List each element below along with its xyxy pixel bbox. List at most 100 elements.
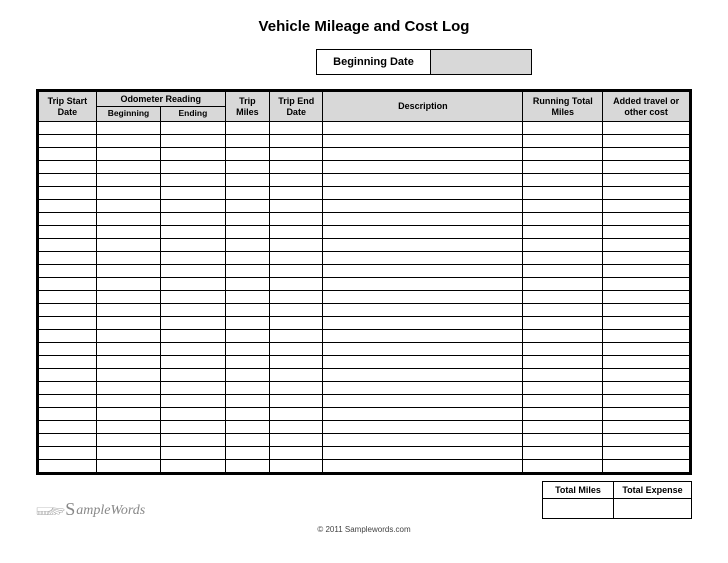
table-cell[interactable] [270,382,323,395]
table-cell[interactable] [225,174,269,187]
table-cell[interactable] [96,356,160,369]
table-cell[interactable] [225,434,269,447]
table-cell[interactable] [603,369,690,382]
table-cell[interactable] [161,174,225,187]
table-cell[interactable] [225,408,269,421]
table-cell[interactable] [323,226,523,239]
table-cell[interactable] [523,317,603,330]
table-cell[interactable] [323,356,523,369]
table-cell[interactable] [96,460,160,473]
table-cell[interactable] [603,447,690,460]
table-cell[interactable] [161,213,225,226]
table-cell[interactable] [96,187,160,200]
table-cell[interactable] [270,460,323,473]
table-cell[interactable] [323,408,523,421]
table-cell[interactable] [225,304,269,317]
table-cell[interactable] [270,291,323,304]
table-cell[interactable] [96,382,160,395]
table-cell[interactable] [270,434,323,447]
table-cell[interactable] [161,200,225,213]
table-cell[interactable] [161,148,225,161]
table-cell[interactable] [603,278,690,291]
table-cell[interactable] [96,434,160,447]
table-cell[interactable] [96,252,160,265]
table-cell[interactable] [39,135,97,148]
table-cell[interactable] [603,395,690,408]
table-cell[interactable] [225,395,269,408]
table-cell[interactable] [225,122,269,135]
table-cell[interactable] [270,395,323,408]
table-cell[interactable] [161,421,225,434]
table-cell[interactable] [96,148,160,161]
total-miles-value[interactable] [542,499,614,519]
table-cell[interactable] [603,382,690,395]
table-cell[interactable] [323,187,523,200]
table-cell[interactable] [603,330,690,343]
table-cell[interactable] [225,187,269,200]
table-cell[interactable] [323,161,523,174]
table-cell[interactable] [603,187,690,200]
table-cell[interactable] [523,291,603,304]
table-cell[interactable] [270,421,323,434]
table-cell[interactable] [323,135,523,148]
table-cell[interactable] [96,213,160,226]
table-cell[interactable] [39,174,97,187]
table-cell[interactable] [603,265,690,278]
table-cell[interactable] [96,421,160,434]
table-cell[interactable] [323,434,523,447]
table-cell[interactable] [39,252,97,265]
table-cell[interactable] [603,356,690,369]
table-cell[interactable] [225,369,269,382]
table-cell[interactable] [270,122,323,135]
table-cell[interactable] [523,356,603,369]
table-cell[interactable] [270,356,323,369]
table-cell[interactable] [270,239,323,252]
table-cell[interactable] [523,122,603,135]
table-cell[interactable] [270,304,323,317]
table-cell[interactable] [523,421,603,434]
table-cell[interactable] [603,148,690,161]
table-cell[interactable] [161,304,225,317]
table-cell[interactable] [161,408,225,421]
table-cell[interactable] [523,330,603,343]
table-cell[interactable] [323,291,523,304]
table-cell[interactable] [323,252,523,265]
table-cell[interactable] [603,434,690,447]
beginning-date-field[interactable] [431,50,531,74]
table-cell[interactable] [523,161,603,174]
table-cell[interactable] [161,226,225,239]
table-cell[interactable] [39,226,97,239]
table-cell[interactable] [39,330,97,343]
table-cell[interactable] [270,174,323,187]
table-cell[interactable] [39,161,97,174]
table-cell[interactable] [96,330,160,343]
table-cell[interactable] [270,330,323,343]
table-cell[interactable] [523,239,603,252]
table-cell[interactable] [96,304,160,317]
table-cell[interactable] [161,122,225,135]
table-cell[interactable] [523,434,603,447]
table-cell[interactable] [161,460,225,473]
table-cell[interactable] [39,317,97,330]
table-cell[interactable] [270,161,323,174]
table-cell[interactable] [39,200,97,213]
table-cell[interactable] [161,447,225,460]
table-cell[interactable] [225,161,269,174]
table-cell[interactable] [161,343,225,356]
table-cell[interactable] [225,330,269,343]
table-cell[interactable] [96,135,160,148]
table-cell[interactable] [323,278,523,291]
table-cell[interactable] [603,122,690,135]
table-cell[interactable] [323,382,523,395]
table-cell[interactable] [523,187,603,200]
table-cell[interactable] [96,239,160,252]
table-cell[interactable] [270,408,323,421]
table-cell[interactable] [225,213,269,226]
table-cell[interactable] [39,395,97,408]
table-cell[interactable] [39,122,97,135]
table-cell[interactable] [39,369,97,382]
table-cell[interactable] [523,174,603,187]
table-cell[interactable] [603,408,690,421]
table-cell[interactable] [225,343,269,356]
table-cell[interactable] [39,148,97,161]
